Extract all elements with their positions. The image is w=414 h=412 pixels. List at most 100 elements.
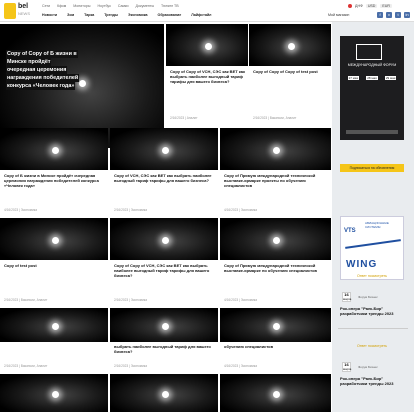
news-card[interactable]: Copy of Прямую международной технической… bbox=[220, 128, 331, 232]
banner-title: МЕЖДУНАРОДНЫЙ ФОРУМ bbox=[347, 63, 397, 67]
news-card[interactable]: Copy of Прямую международной технической… bbox=[220, 218, 331, 308]
news-card[interactable]: Copy of Б жизни в Минске пройдёт очередн… bbox=[0, 128, 108, 232]
main-nav-item[interactable]: Экономика bbox=[128, 13, 148, 17]
site-logo[interactable]: bel NEWS bbox=[4, 2, 32, 20]
logo-text: bel bbox=[18, 3, 29, 10]
event-date: 16 марта bbox=[342, 292, 352, 302]
news-card[interactable]: 2/16/2023 | Вакансии, Аналит bbox=[0, 308, 108, 372]
news-title: Copy of Прямую международной технической… bbox=[224, 263, 317, 273]
subscribe-button[interactable]: Подписаться на обновления bbox=[340, 164, 404, 172]
news-card[interactable]: Copy of Copy of VCH, СЭС как ВЕТ как выб… bbox=[110, 218, 218, 308]
sidebar: МЕЖДУНАРОДНЫЙ ФОРУМ 27 мая 28 мая 29 мая… bbox=[332, 22, 414, 412]
featured-title: Copy of Copy of Б жизни в Минске пройдёт… bbox=[6, 50, 80, 90]
news-card[interactable]: Copy of test post 2/16/2023 | Вакансии, … bbox=[0, 218, 108, 308]
news-card[interactable] bbox=[0, 374, 108, 412]
news-image bbox=[249, 24, 331, 66]
event-kind: Форум Бизнес bbox=[358, 295, 378, 299]
plane-icon bbox=[345, 239, 401, 249]
news-meta: 2/16/2023 | Аналит bbox=[170, 116, 198, 120]
forum-banner[interactable]: МЕЖДУНАРОДНЫЙ ФОРУМ 27 мая 28 мая 29 мая bbox=[340, 36, 404, 140]
news-card[interactable]: Copy of Copy of Copy of test post 2/16/2… bbox=[249, 24, 331, 128]
logo-mark bbox=[4, 3, 16, 19]
news-card[interactable]: Copy of VCH, СЭС как ВЕТ как выбрать наи… bbox=[110, 128, 218, 232]
sidebar-caption[interactable]: Ответ посмотреть bbox=[340, 344, 404, 348]
news-image bbox=[0, 128, 108, 170]
event-item[interactable]: 16 марта Форум Бизнес Рок-опера "Раек-Бир… bbox=[338, 362, 408, 394]
news-image bbox=[110, 308, 218, 342]
news-image bbox=[220, 308, 331, 342]
sidebar-caption[interactable]: Ответ посмотреть bbox=[340, 274, 404, 278]
banner-logo bbox=[356, 44, 382, 60]
news-meta: 2/16/2023 | Вакансии, Аналит bbox=[253, 116, 297, 120]
main-nav-item[interactable]: Тренды bbox=[104, 13, 118, 17]
news-title: выбрать наиболее выгодный тариф для ваше… bbox=[114, 344, 211, 354]
news-meta: 2/16/2023 | Экономика bbox=[114, 298, 148, 302]
facebook-icon[interactable]: f bbox=[377, 12, 383, 18]
banner-tag: АВИАЦИОННЫЕ СИСТЕМЫ bbox=[365, 221, 389, 229]
banner-brand: VTS bbox=[344, 228, 356, 234]
event-title: Рок-опера "Раек-Бир" разработчики тренды… bbox=[340, 376, 394, 386]
top-link[interactable]: Самки bbox=[118, 4, 129, 8]
event-kind: Форум Бизнес bbox=[358, 365, 378, 369]
banner-date: 27 мая bbox=[347, 76, 360, 80]
site-header: bel NEWS Сети Кфкм Мониторы Ноутбук Самк… bbox=[0, 0, 414, 22]
news-meta: 2/16/2023 | Вакансии, Аналит bbox=[4, 364, 48, 368]
news-image bbox=[220, 374, 331, 412]
news-title: Copy of Copy of Copy of test post bbox=[253, 69, 318, 74]
main-nav-item[interactable]: Тарка bbox=[84, 13, 94, 17]
vk-icon[interactable]: v bbox=[386, 12, 392, 18]
top-link[interactable]: Мониторы bbox=[73, 4, 90, 8]
news-card[interactable]: обучению специалистов 4/16/2023 | Эконом… bbox=[220, 308, 331, 372]
news-title: Copy of Прямую международной технической… bbox=[224, 173, 316, 188]
news-image bbox=[0, 308, 108, 342]
main-nav-item[interactable]: Зом bbox=[67, 13, 74, 17]
news-image bbox=[0, 218, 108, 260]
news-meta: 4/16/2023 | Экономика bbox=[224, 208, 258, 212]
weather-icon bbox=[348, 4, 353, 8]
news-card[interactable] bbox=[110, 374, 218, 412]
header-utilities: ДНФ USD EUR Мой магазин f v t in bbox=[318, 3, 410, 19]
main-nav-item[interactable]: Лайфстайл bbox=[191, 13, 211, 17]
main-nav-item[interactable]: Образование bbox=[158, 13, 182, 17]
wing-banner[interactable]: АВИАЦИОННЫЕ СИСТЕМЫ VTS WING bbox=[340, 216, 404, 280]
news-image bbox=[220, 128, 331, 170]
linkedin-icon[interactable]: in bbox=[404, 12, 410, 18]
banner-dates: 27 мая 28 мая 29 мая bbox=[344, 76, 400, 80]
event-item[interactable]: 16 марта Форум Бизнес Рок-опера "Раек-Бир… bbox=[338, 292, 408, 324]
top-link[interactable]: Документы bbox=[136, 4, 155, 8]
top-link[interactable]: Сети bbox=[42, 4, 50, 8]
main-nav: Новости Зом Тарка Тренды Экономика Образ… bbox=[42, 13, 211, 17]
news-meta: 2/16/2023 | Вакансии, Аналит bbox=[4, 298, 48, 302]
main-nav-item[interactable]: Новости bbox=[42, 13, 57, 17]
social-links: f v t in bbox=[377, 12, 410, 18]
twitter-icon[interactable]: t bbox=[395, 12, 401, 18]
banner-date: 28 мая bbox=[366, 76, 378, 80]
news-card[interactable]: Copy of Copy of VCH, СЭС как ВЕТ как выб… bbox=[166, 24, 248, 128]
page: bel NEWS Сети Кфкм Мониторы Ноутбук Самк… bbox=[0, 0, 414, 412]
weather-text: ДНФ bbox=[355, 4, 363, 8]
weather-rates: ДНФ USD EUR bbox=[348, 4, 392, 8]
news-meta: 2/16/2023 | Экономика bbox=[114, 208, 148, 212]
banner-date: 29 мая bbox=[384, 76, 397, 80]
rate-usd: USD bbox=[365, 4, 378, 8]
event-title: Рок-опера "Раек-Бир" разработчики тренды… bbox=[340, 306, 394, 316]
news-meta: 2/16/2023 | Экономика bbox=[114, 364, 148, 368]
news-card[interactable] bbox=[220, 374, 331, 412]
news-card[interactable]: выбрать наиболее выгодный тариф для ваше… bbox=[110, 308, 218, 372]
banner-footer bbox=[346, 130, 398, 134]
divider bbox=[338, 328, 408, 329]
news-image bbox=[220, 218, 331, 260]
top-nav: Сети Кфкм Мониторы Ноутбук Самки Докумен… bbox=[42, 4, 179, 8]
news-meta: 4/16/2023 | Экономика bbox=[224, 364, 258, 368]
news-image bbox=[0, 374, 108, 412]
news-meta: 4/16/2023 | Экономика bbox=[224, 298, 258, 302]
news-image bbox=[166, 24, 248, 66]
news-title: обучению специалистов bbox=[224, 344, 274, 349]
news-meta: 4/16/2023 | Экономика bbox=[4, 208, 38, 212]
top-link[interactable]: Тюнинг ТВ bbox=[161, 4, 179, 8]
top-link[interactable]: Ноутбук bbox=[97, 4, 110, 8]
event-date: 16 марта bbox=[342, 362, 352, 372]
news-title: Copy of VCH, СЭС как ВЕТ как выбрать наи… bbox=[114, 173, 212, 183]
login-link[interactable]: Мой магазин bbox=[328, 13, 349, 17]
top-link[interactable]: Кфкм bbox=[57, 4, 66, 8]
